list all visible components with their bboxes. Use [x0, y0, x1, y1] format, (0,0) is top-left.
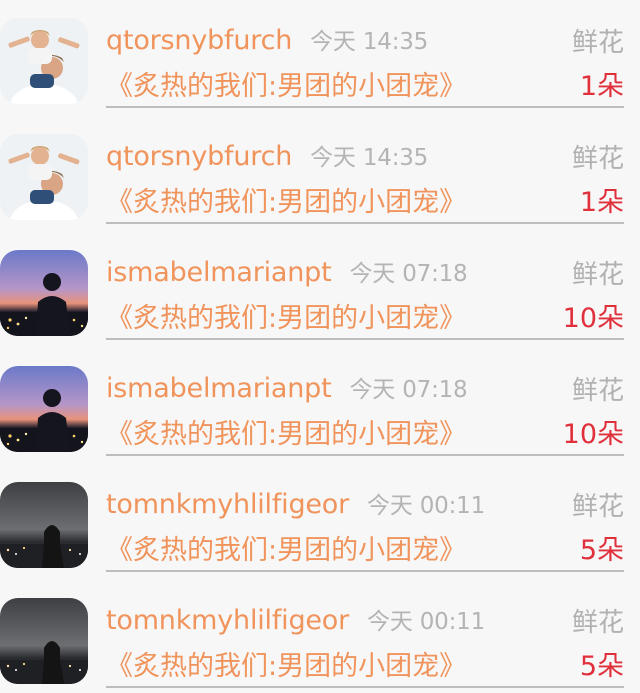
username[interactable]: qtorsnybfurch 今天 14:35 [106, 138, 428, 172]
username[interactable]: tomnkmyhlilfigeor 今天 00:11 [106, 486, 485, 520]
gift-type-label: 鲜花 [571, 28, 624, 58]
divider [106, 222, 624, 224]
night-city-avatar [0, 482, 88, 568]
book-title-link[interactable]: 《炙热的我们:男团的小团宠》 [106, 644, 466, 683]
username-text: tomnkmyhlilfigeor [106, 605, 350, 636]
list-item[interactable]: ismabelmarianpt 今天 07:18 鲜花 《炙热的我们:男团的小团宠… [0, 232, 640, 348]
avatar[interactable] [0, 598, 88, 684]
username-text: qtorsnybfurch [106, 25, 293, 56]
divider [106, 106, 624, 108]
gift-count: 10朵 [562, 303, 624, 334]
father-child-avatar [0, 18, 88, 104]
sunset-silhouette-avatar [0, 366, 88, 452]
gift-type-label: 鲜花 [571, 608, 624, 638]
gift-count: 5朵 [579, 535, 624, 566]
book-title-link[interactable]: 《炙热的我们:男团的小团宠》 [106, 528, 466, 567]
username[interactable]: ismabelmarianpt 今天 07:18 [106, 254, 468, 288]
avatar[interactable] [0, 366, 88, 452]
gift-count: 1朵 [579, 71, 624, 102]
gift-count: 1朵 [579, 187, 624, 218]
book-title-link[interactable]: 《炙热的我们:男团的小团宠》 [106, 180, 466, 219]
timestamp: 今天 07:18 [349, 261, 468, 287]
gift-type-label: 鲜花 [571, 492, 624, 522]
timestamp: 今天 00:11 [367, 609, 486, 635]
list-item[interactable]: tomnkmyhlilfigeor 今天 00:11 鲜花 《炙热的我们:男团的小… [0, 580, 640, 693]
username-text: qtorsnybfurch [106, 141, 293, 172]
night-city-avatar [0, 598, 88, 684]
username-text: ismabelmarianpt [106, 257, 332, 288]
gift-count: 5朵 [579, 651, 624, 682]
sunset-silhouette-avatar [0, 250, 88, 336]
divider [106, 570, 624, 572]
username-text: ismabelmarianpt [106, 373, 332, 404]
list-item[interactable]: tomnkmyhlilfigeor 今天 00:11 鲜花 《炙热的我们:男团的小… [0, 464, 640, 580]
divider [106, 338, 624, 340]
divider [106, 454, 624, 456]
avatar[interactable] [0, 18, 88, 104]
timestamp: 今天 00:11 [367, 493, 486, 519]
list-item[interactable]: qtorsnybfurch 今天 14:35 鲜花 《炙热的我们:男团的小团宠》 … [0, 116, 640, 232]
list-item[interactable]: ismabelmarianpt 今天 07:18 鲜花 《炙热的我们:男团的小团宠… [0, 348, 640, 464]
gift-type-label: 鲜花 [571, 144, 624, 174]
timestamp: 今天 14:35 [310, 145, 429, 171]
username-text: tomnkmyhlilfigeor [106, 489, 350, 520]
gift-type-label: 鲜花 [571, 376, 624, 406]
avatar[interactable] [0, 250, 88, 336]
username[interactable]: qtorsnybfurch 今天 14:35 [106, 22, 428, 56]
book-title-link[interactable]: 《炙热的我们:男团的小团宠》 [106, 64, 466, 103]
avatar[interactable] [0, 482, 88, 568]
gift-record-list: qtorsnybfurch 今天 14:35 鲜花 《炙热的我们:男团的小团宠》 … [0, 0, 640, 693]
divider [106, 686, 624, 688]
timestamp: 今天 07:18 [349, 377, 468, 403]
book-title-link[interactable]: 《炙热的我们:男团的小团宠》 [106, 296, 466, 335]
list-item[interactable]: qtorsnybfurch 今天 14:35 鲜花 《炙热的我们:男团的小团宠》 … [0, 0, 640, 116]
avatar[interactable] [0, 134, 88, 220]
gift-count: 10朵 [562, 419, 624, 450]
father-child-avatar [0, 134, 88, 220]
gift-type-label: 鲜花 [571, 260, 624, 290]
book-title-link[interactable]: 《炙热的我们:男团的小团宠》 [106, 412, 466, 451]
username[interactable]: ismabelmarianpt 今天 07:18 [106, 370, 468, 404]
timestamp: 今天 14:35 [310, 29, 429, 55]
username[interactable]: tomnkmyhlilfigeor 今天 00:11 [106, 602, 485, 636]
